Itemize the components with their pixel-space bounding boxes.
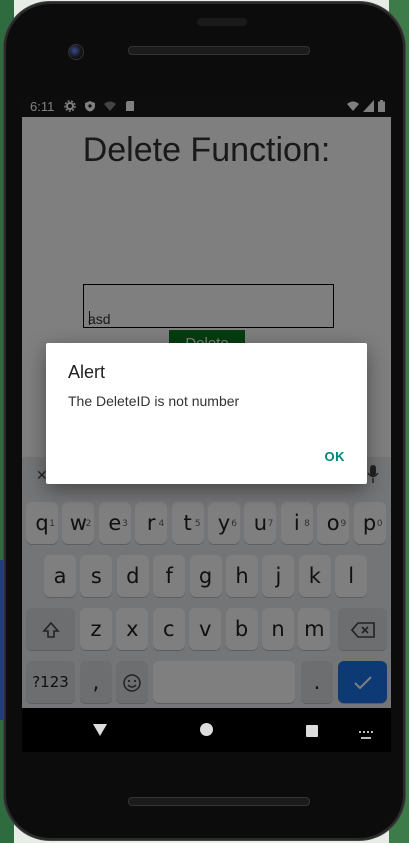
alert-dialog: Alert The DeleteID is not number OK <box>46 343 367 484</box>
earpiece-speaker <box>128 46 310 55</box>
front-camera <box>68 44 84 60</box>
navigation-bar <box>22 708 391 752</box>
phone-top-slot <box>197 18 247 26</box>
keyboard-switch-icon[interactable] <box>359 726 373 744</box>
dialog-message: The DeleteID is not number <box>68 393 240 409</box>
ok-button[interactable]: OK <box>325 449 346 464</box>
back-icon[interactable] <box>93 723 107 741</box>
dialog-title: Alert <box>68 362 106 382</box>
home-icon[interactable] <box>200 723 213 741</box>
bottom-speaker <box>128 797 310 806</box>
recents-icon[interactable] <box>306 724 318 742</box>
